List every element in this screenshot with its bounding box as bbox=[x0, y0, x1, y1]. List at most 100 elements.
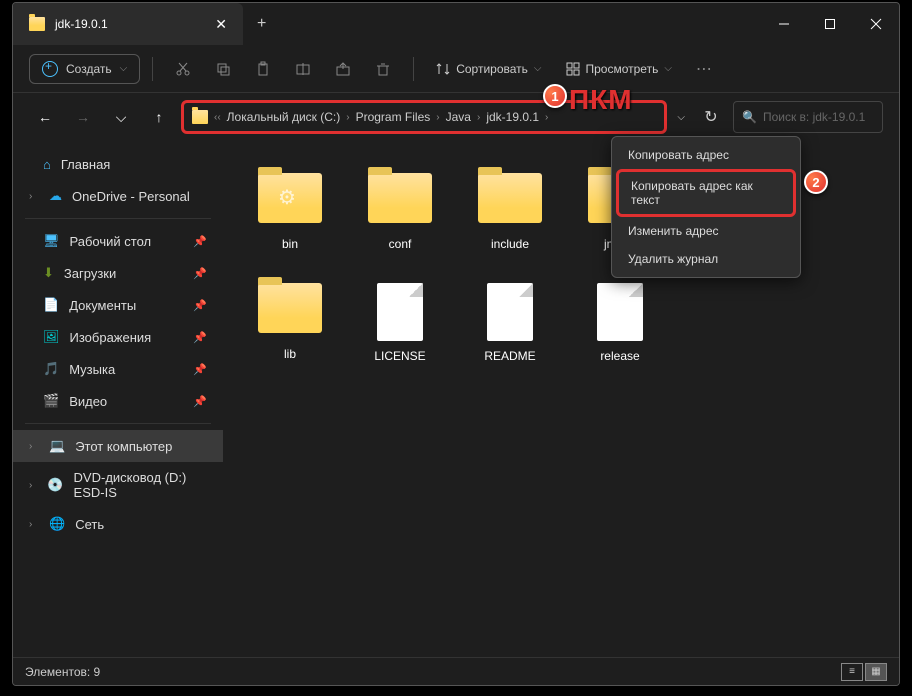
sidebar-downloads[interactable]: ⬇Загрузки📌 bbox=[13, 257, 223, 289]
cut-button[interactable] bbox=[165, 51, 201, 87]
pc-icon: 💻 bbox=[49, 438, 65, 454]
up-button[interactable]: ↑ bbox=[143, 101, 175, 133]
view-label: Просмотреть bbox=[586, 62, 659, 76]
tab-title: jdk-19.0.1 bbox=[55, 17, 205, 31]
chevron-right-icon: › bbox=[477, 112, 480, 123]
ctx-delete-history[interactable]: Удалить журнал bbox=[616, 245, 796, 273]
folder-icon bbox=[258, 283, 322, 333]
separator bbox=[25, 218, 211, 219]
folder-icon bbox=[192, 110, 208, 124]
explorer-window: jdk-19.0.1 ✕ + Создать ⌵ Сортировать ⌵ bbox=[12, 2, 900, 686]
minimize-button[interactable] bbox=[761, 3, 807, 45]
breadcrumb-item[interactable]: Java bbox=[446, 110, 471, 124]
search-input[interactable]: 🔍 Поиск в: jdk-19.0.1 bbox=[733, 101, 883, 133]
separator bbox=[152, 57, 153, 81]
chevron-left-icon[interactable]: ‹‹ bbox=[214, 112, 221, 123]
sort-button[interactable]: Сортировать ⌵ bbox=[426, 56, 551, 82]
folder-item[interactable]: include bbox=[455, 165, 565, 275]
icons-view-button[interactable]: ▦ bbox=[865, 663, 887, 681]
pin-icon[interactable]: 📌 bbox=[193, 363, 207, 376]
breadcrumb-dropdown[interactable]: ⌵ bbox=[677, 112, 685, 123]
sidebar-music[interactable]: 🎵Музыка📌 bbox=[13, 353, 223, 385]
chevron-right-icon[interactable]: › bbox=[29, 480, 37, 491]
breadcrumb-item[interactable]: jdk-19.0.1 bbox=[486, 110, 539, 124]
annotation-badge-1: 1 bbox=[543, 84, 567, 108]
details-view-button[interactable]: ≡ bbox=[841, 663, 863, 681]
plus-circle-icon bbox=[42, 61, 58, 77]
sidebar-video[interactable]: 🎬Видео📌 bbox=[13, 385, 223, 417]
recent-button[interactable]: ⌵ bbox=[105, 101, 137, 133]
breadcrumb-item[interactable]: Локальный диск (C:) bbox=[227, 110, 341, 124]
ctx-copy-address-text[interactable]: Копировать адрес как текст bbox=[616, 169, 796, 217]
ctx-edit-address[interactable]: Изменить адрес bbox=[616, 217, 796, 245]
pin-icon[interactable]: 📌 bbox=[193, 299, 207, 312]
chevron-right-icon: › bbox=[436, 112, 439, 123]
sidebar-documents[interactable]: 📄Документы📌 bbox=[13, 289, 223, 321]
create-button[interactable]: Создать ⌵ bbox=[29, 54, 140, 84]
create-label: Создать bbox=[66, 62, 112, 76]
delete-button[interactable] bbox=[365, 51, 401, 87]
share-button[interactable] bbox=[325, 51, 361, 87]
chevron-down-icon: ⌵ bbox=[534, 63, 542, 74]
maximize-button[interactable] bbox=[807, 3, 853, 45]
folder-icon bbox=[29, 17, 45, 31]
forward-button[interactable]: → bbox=[67, 101, 99, 133]
chevron-down-icon: ⌵ bbox=[120, 63, 128, 74]
search-placeholder: Поиск в: jdk-19.0.1 bbox=[763, 110, 865, 124]
chevron-right-icon[interactable]: › bbox=[29, 191, 39, 202]
sidebar-network[interactable]: ›🌐Сеть bbox=[13, 508, 223, 540]
pin-icon[interactable]: 📌 bbox=[193, 395, 207, 408]
music-icon: 🎵 bbox=[43, 361, 59, 377]
chevron-right-icon[interactable]: › bbox=[29, 519, 39, 530]
back-button[interactable]: ← bbox=[29, 101, 61, 133]
folder-item[interactable]: bin bbox=[235, 165, 345, 275]
view-icon bbox=[566, 62, 580, 76]
view-button[interactable]: Просмотреть ⌵ bbox=[556, 56, 682, 82]
close-tab-icon[interactable]: ✕ bbox=[215, 16, 227, 33]
file-icon bbox=[597, 283, 643, 341]
pin-icon[interactable]: 📌 bbox=[193, 331, 207, 344]
window-tab[interactable]: jdk-19.0.1 ✕ bbox=[13, 3, 243, 45]
statusbar: Элементов: 9 ≡ ▦ bbox=[13, 657, 899, 685]
video-icon: 🎬 bbox=[43, 393, 59, 409]
ctx-copy-address[interactable]: Копировать адрес bbox=[616, 141, 796, 169]
paste-button[interactable] bbox=[245, 51, 281, 87]
folder-icon bbox=[368, 173, 432, 223]
refresh-button[interactable]: ↻ bbox=[695, 101, 727, 133]
annotation-pkm-label: ПКМ bbox=[569, 84, 633, 116]
titlebar: jdk-19.0.1 ✕ + bbox=[13, 3, 899, 45]
item-count: Элементов: 9 bbox=[25, 665, 100, 679]
sidebar: ⌂Главная ›☁OneDrive - Personal 🖥Рабочий … bbox=[13, 141, 223, 657]
folder-icon bbox=[258, 173, 322, 223]
pin-icon[interactable]: 📌 bbox=[193, 235, 207, 248]
pin-icon[interactable]: 📌 bbox=[193, 267, 207, 280]
sidebar-images[interactable]: 🖼Изображения📌 bbox=[13, 321, 223, 353]
folder-icon bbox=[478, 173, 542, 223]
view-mode-buttons: ≡ ▦ bbox=[841, 663, 887, 681]
more-button[interactable]: ⋯ bbox=[686, 51, 722, 87]
sidebar-onedrive[interactable]: ›☁OneDrive - Personal bbox=[13, 180, 223, 212]
file-item[interactable]: README bbox=[455, 275, 565, 385]
folder-item[interactable]: conf bbox=[345, 165, 455, 275]
file-item[interactable]: LICENSE bbox=[345, 275, 455, 385]
close-button[interactable] bbox=[853, 3, 899, 45]
context-menu: Копировать адрес Копировать адрес как те… bbox=[611, 136, 801, 278]
chevron-right-icon[interactable]: › bbox=[29, 441, 39, 452]
file-icon bbox=[377, 283, 423, 341]
sidebar-this-pc[interactable]: ›💻Этот компьютер bbox=[13, 430, 223, 462]
navbar: ← → ⌵ ↑ ‹‹ Локальный диск (C:) › Program… bbox=[13, 93, 899, 141]
sidebar-dvd[interactable]: ›💿DVD-дисковод (D:) ESD-IS bbox=[13, 462, 223, 508]
download-icon: ⬇ bbox=[43, 265, 54, 281]
separator bbox=[413, 57, 414, 81]
file-item[interactable]: release bbox=[565, 275, 675, 385]
copy-button[interactable] bbox=[205, 51, 241, 87]
sort-label: Сортировать bbox=[456, 62, 528, 76]
sidebar-desktop[interactable]: 🖥Рабочий стол📌 bbox=[13, 225, 223, 257]
folder-item[interactable]: lib bbox=[235, 275, 345, 385]
disc-icon: 💿 bbox=[47, 477, 63, 493]
rename-button[interactable] bbox=[285, 51, 321, 87]
breadcrumb-item[interactable]: Program Files bbox=[356, 110, 431, 124]
toolbar: Создать ⌵ Сортировать ⌵ Просмотреть ⌵ ⋯ bbox=[13, 45, 899, 93]
sidebar-home[interactable]: ⌂Главная bbox=[13, 149, 223, 180]
new-tab-button[interactable]: + bbox=[243, 15, 280, 33]
